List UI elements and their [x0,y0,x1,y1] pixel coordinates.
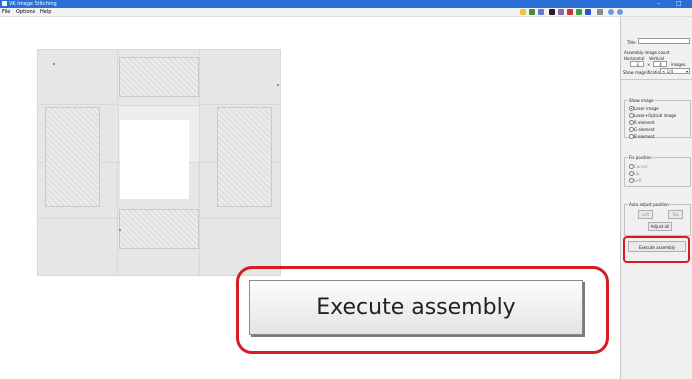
green-channel-icon[interactable] [576,9,582,15]
option-laser-optical[interactable]: Laser+Optical image [634,113,676,118]
execute-assembly-callout[interactable]: Execute assembly [249,280,583,335]
menu-help[interactable]: Help [40,8,51,16]
assembly-count-label: Assembly image count [624,50,670,55]
option-left[interactable]: Left [634,178,642,183]
blue-channel-icon[interactable] [585,9,591,15]
menu-file[interactable]: File [2,8,10,16]
zoom-in-icon[interactable] [608,9,614,15]
option-cancel[interactable]: Cancel [634,164,648,169]
option-laser-image[interactable]: Laser image [634,106,659,111]
window-title: VK Image Stitching [9,1,57,7]
title-field[interactable] [638,38,690,44]
option-g-element[interactable]: G element [634,127,655,132]
color-view-icon[interactable] [558,9,564,15]
grid-icon[interactable] [597,9,603,15]
title-bar: VK Image Stitching – □ [0,0,692,8]
highlight-frame-small [623,236,690,263]
show-magnification-label: Show magnification [623,70,663,75]
times-sign: × [647,62,651,67]
show-image-caption: Show image [628,98,655,103]
fix-position-caption: Fix position [628,155,653,160]
stitch-icon[interactable] [538,9,544,15]
option-b-element[interactable]: B element [634,134,655,139]
chevron-down-icon: ▾ [685,69,688,74]
zoom-out-icon[interactable] [617,9,623,15]
settings-panel: Title Assembly image count Horizontal Ve… [620,17,692,379]
vertical-count-field[interactable]: 4 [653,61,667,67]
magnification-select[interactable]: × 1/4 ▾ [660,68,690,74]
missing-tile-area [120,120,189,199]
title-label: Title [627,40,636,45]
red-channel-icon[interactable] [567,9,573,15]
auto-adjust-caption: Auto adjust position [628,202,670,207]
save-icon[interactable] [529,9,535,15]
adjust-all-button[interactable]: Adjust all [648,222,672,231]
auto-adjust-group: Auto adjust position [624,202,691,236]
images-label: images [671,62,686,67]
maximize-button[interactable]: □ [676,0,682,8]
adjust-left-button[interactable]: Left [638,210,653,219]
folder-icon[interactable] [520,9,526,15]
magnification-value: × 1/4 [662,69,674,74]
option-r-element[interactable]: R element [634,120,655,125]
minimize-button[interactable]: – [657,0,660,8]
app-icon [2,1,7,6]
adjust-top-button[interactable]: Top [668,210,683,219]
menu-options[interactable]: Options [16,8,35,16]
option-up[interactable]: Up [634,171,639,176]
horizontal-count-field[interactable]: 3 [630,61,644,67]
laser-view-icon[interactable] [549,9,555,15]
